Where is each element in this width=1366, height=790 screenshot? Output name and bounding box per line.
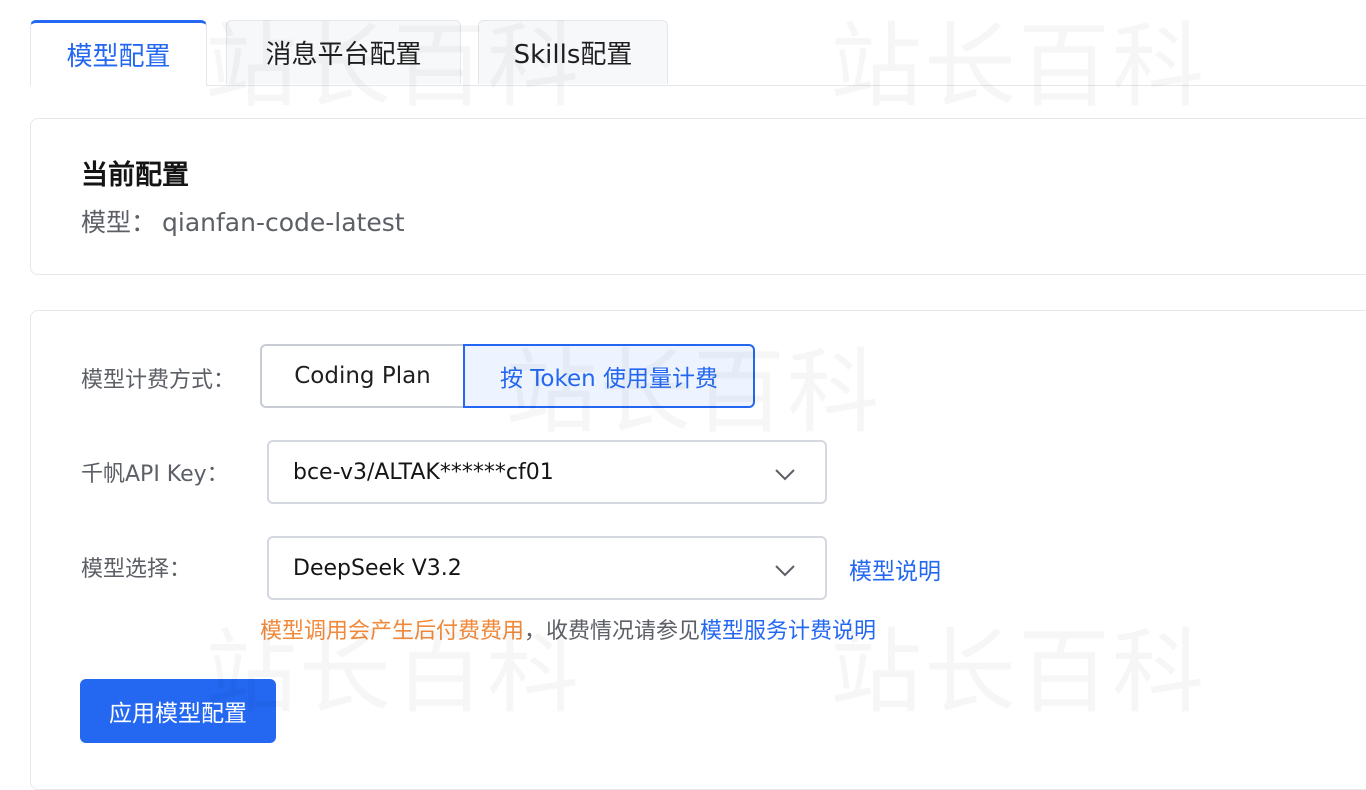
model-description-link[interactable]: 模型说明 (849, 552, 941, 586)
billing-option-coding-plan[interactable]: Coding Plan (260, 344, 463, 408)
billing-method-label: 模型计费方式： (81, 368, 236, 393)
model-select[interactable]: DeepSeek V3.2 (267, 536, 827, 600)
model-select-value: DeepSeek V3.2 (293, 555, 462, 581)
tab-message-platform-config[interactable]: 消息平台配置 (226, 20, 461, 84)
billing-notice-warning: 模型调用会产生后付费费用 (260, 619, 525, 644)
model-select-label: 模型选择： (81, 557, 192, 582)
chevron-down-icon (775, 565, 795, 577)
billing-option-token-usage[interactable]: 按 Token 使用量计费 (463, 344, 755, 408)
billing-notice: 模型调用会产生后付费费用，收费情况请参见模型服务计费说明 (260, 613, 876, 645)
api-key-select[interactable]: bce-v3/ALTAK******cf01 (267, 440, 827, 504)
current-model-row: 模型： qianfan-code-latest (81, 203, 405, 239)
current-model-value: qianfan-code-latest (162, 208, 405, 237)
current-config-title: 当前配置 (81, 160, 189, 191)
config-tabs: 模型配置 消息平台配置 Skills配置 (30, 20, 1366, 86)
current-model-label: 模型： (81, 208, 157, 237)
tab-model-config[interactable]: 模型配置 (30, 20, 207, 86)
billing-method-segmented: Coding Plan 按 Token 使用量计费 (260, 344, 755, 408)
billing-doc-link[interactable]: 模型服务计费说明 (700, 619, 876, 644)
billing-notice-text: ，收费情况请参见 (524, 619, 701, 644)
chevron-down-icon (775, 469, 795, 481)
model-config-form-card: 模型计费方式： Coding Plan 按 Token 使用量计费 千帆API … (30, 310, 1366, 790)
current-config-card: 当前配置 模型： qianfan-code-latest (30, 118, 1366, 275)
tab-skills-config[interactable]: Skills配置 (478, 20, 668, 84)
api-key-value: bce-v3/ALTAK******cf01 (293, 459, 554, 485)
api-key-label: 千帆API Key： (81, 462, 229, 487)
apply-model-config-button[interactable]: 应用模型配置 (80, 679, 276, 743)
